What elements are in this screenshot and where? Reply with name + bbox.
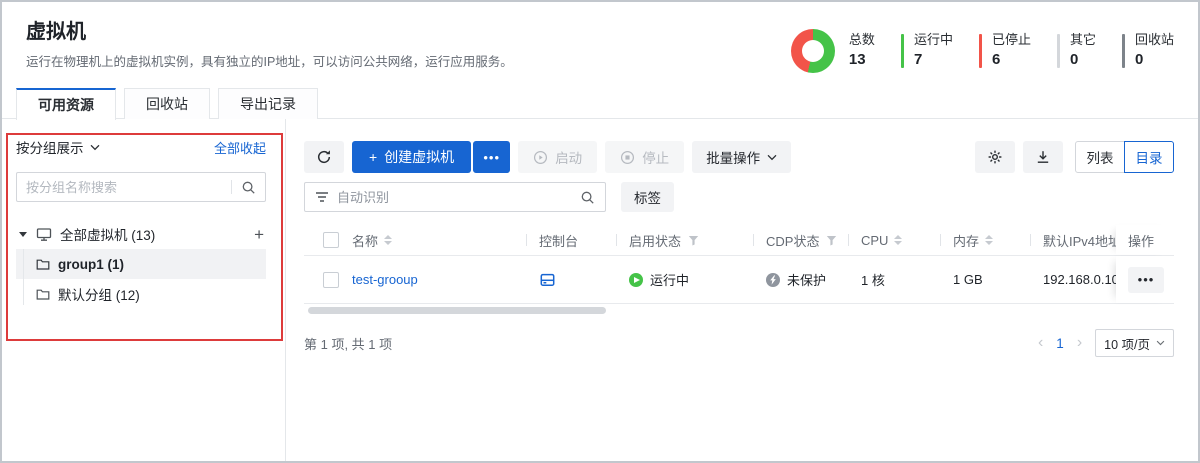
tag-button[interactable]: 标签 [621, 182, 674, 212]
stat-total: 总数 13 [849, 32, 875, 70]
filter-lines-icon [315, 191, 329, 203]
stat-recycle: 回收站 0 [1135, 32, 1174, 70]
stat-other: 其它 0 [1070, 32, 1096, 70]
vm-table: 名称 控制台 启用状态 CDP状态 CPU [304, 225, 1174, 304]
vm-list-panel: + 创建虚拟机 ••• 启动 停止 批量操作 [286, 119, 1198, 461]
download-icon [1035, 149, 1051, 165]
vm-stats-summary: 总数 13 运行中 7 已停止 6 其它 0 回收站 0 [791, 29, 1178, 73]
column-header-cdp[interactable]: CDP状态 [753, 231, 848, 250]
tab-export-records[interactable]: 导出记录 [218, 88, 318, 119]
group-display-mode-dropdown[interactable]: 按分组展示 [16, 137, 100, 157]
create-more-button[interactable]: ••• [473, 141, 510, 173]
horizontal-scrollbar-thumb[interactable] [308, 307, 606, 314]
table-footer: 第 1 项, 共 1 项 ‹ 1 › 10 项/页 [304, 329, 1174, 357]
next-page-button[interactable]: › [1077, 335, 1082, 351]
ellipsis-icon: ••• [483, 150, 500, 165]
filter-funnel-icon[interactable] [826, 235, 837, 246]
column-header-status[interactable]: 启用状态 [616, 231, 753, 250]
sort-icon[interactable] [894, 235, 902, 245]
status-donut [791, 29, 835, 73]
tree-node-default-group[interactable]: 默认分组 (12) [16, 279, 266, 309]
search-icon[interactable] [241, 180, 256, 195]
filter-search-box[interactable] [304, 182, 606, 212]
stat-stopped: 已停止 6 [992, 32, 1031, 70]
plus-icon: + [369, 149, 377, 165]
view-catalog-toggle[interactable]: 目录 [1124, 141, 1174, 173]
stat-running: 运行中 7 [914, 32, 953, 70]
filter-search-input[interactable] [337, 190, 580, 205]
refresh-button[interactable] [304, 141, 344, 173]
pagination-summary: 第 1 项, 共 1 项 [304, 334, 392, 353]
expander-icon[interactable] [19, 232, 27, 237]
group-sidebar: 按分组展示 全部收起 全部虚拟机 (13) + [2, 119, 286, 461]
filter-row: 标签 [304, 182, 1174, 212]
refresh-icon [316, 149, 332, 165]
batch-actions-button[interactable]: 批量操作 [692, 141, 791, 173]
tab-bar: 可用资源 回收站 导出记录 [2, 88, 1198, 119]
chevron-down-icon [1156, 340, 1165, 346]
current-page[interactable]: 1 [1056, 336, 1064, 351]
toolbar: + 创建虚拟机 ••• 启动 停止 批量操作 [304, 141, 1174, 173]
group-tree: 全部虚拟机 (13) + group1 (1) 默认分组 (12) [16, 219, 266, 309]
tab-available-resources[interactable]: 可用资源 [16, 88, 116, 120]
console-icon[interactable] [539, 272, 556, 288]
collapse-all-link[interactable]: 全部收起 [214, 138, 266, 157]
cdp-unprotected-icon [766, 273, 780, 287]
vm-console-page: 虚拟机 运行在物理机上的虚拟机实例，具有独立的IP地址，可以访问公共网络，运行应… [0, 0, 1200, 463]
start-button[interactable]: 启动 [518, 141, 597, 173]
status-running-icon [629, 273, 643, 287]
settings-button[interactable] [975, 141, 1015, 173]
folder-icon [36, 258, 50, 271]
page-size-select[interactable]: 10 项/页 [1095, 329, 1174, 357]
prev-page-button[interactable]: ‹ [1038, 335, 1043, 351]
page-subtitle: 运行在物理机上的虚拟机实例，具有独立的IP地址，可以访问公共网络，运行应用服务。 [26, 51, 513, 70]
ipv4-value: 192.168.0.100 [1043, 272, 1116, 287]
stop-circle-icon [620, 150, 635, 165]
tree-node-all-vms[interactable]: 全部虚拟机 (13) + [16, 219, 266, 249]
column-header-actions: 操作 [1116, 225, 1174, 255]
cpu-value: 1 核 [861, 270, 885, 289]
view-list-toggle[interactable]: 列表 [1075, 141, 1125, 173]
table-header: 名称 控制台 启用状态 CDP状态 CPU [304, 225, 1174, 256]
add-group-button[interactable]: + [254, 226, 266, 243]
column-header-console: 控制台 [526, 231, 616, 250]
stat-bar-stopped [979, 34, 982, 68]
folder-icon [36, 288, 50, 301]
filter-funnel-icon[interactable] [688, 235, 699, 246]
chevron-down-icon [767, 154, 777, 161]
cdp-text: 未保护 [787, 270, 826, 289]
column-header-ipv4: 默认IPv4地址 [1030, 231, 1116, 250]
sort-icon[interactable] [985, 235, 993, 245]
row-actions-button[interactable]: ••• [1128, 267, 1164, 293]
create-vm-button[interactable]: + 创建虚拟机 [352, 141, 471, 173]
search-icon[interactable] [580, 190, 595, 205]
column-header-memory[interactable]: 内存 [940, 231, 1030, 250]
row-checkbox[interactable] [323, 272, 339, 288]
page-title: 虚拟机 [26, 15, 86, 44]
vm-name-link[interactable]: test-grooup [352, 272, 418, 287]
status-text: 运行中 [650, 270, 689, 289]
table-row: test-grooup 运行中 未保护 1 核 [304, 256, 1174, 304]
tree-indent-guide [23, 249, 24, 305]
stop-button[interactable]: 停止 [605, 141, 684, 173]
sort-icon[interactable] [384, 235, 392, 245]
tree-node-group1[interactable]: group1 (1) [16, 249, 266, 279]
pagination: ‹ 1 › 10 项/页 [1038, 329, 1174, 357]
column-header-cpu[interactable]: CPU [848, 233, 940, 248]
gear-icon [987, 149, 1003, 165]
group-search-input[interactable] [26, 180, 225, 195]
select-all-checkbox[interactable] [323, 232, 339, 248]
group-search-box[interactable] [16, 172, 266, 202]
stat-bar-recycle [1122, 34, 1125, 68]
monitor-icon [36, 227, 52, 242]
tab-recycle-bin[interactable]: 回收站 [124, 88, 210, 119]
column-header-name[interactable]: 名称 [352, 231, 526, 250]
export-button[interactable] [1023, 141, 1063, 173]
play-circle-icon [533, 150, 548, 165]
stat-bar-other [1057, 34, 1060, 68]
memory-value: 1 GB [953, 272, 983, 287]
chevron-down-icon [90, 144, 100, 151]
stat-bar-running [901, 34, 904, 68]
horizontal-scrollbar [304, 307, 1174, 314]
